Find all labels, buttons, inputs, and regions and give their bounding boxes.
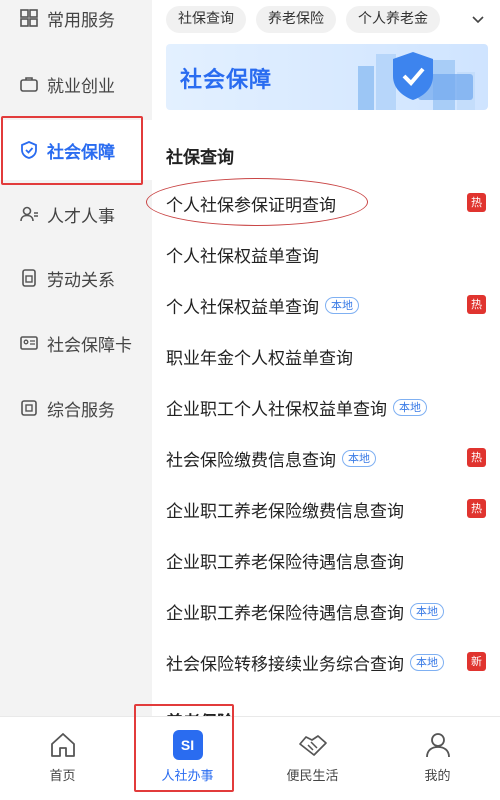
chip-ss-query[interactable]: 社保查询: [166, 5, 246, 33]
list-item-label: 职业年金个人权益单查询: [166, 348, 353, 369]
sidebar-item-label: 就业创业: [47, 76, 115, 97]
nav-home[interactable]: 首页: [0, 717, 125, 800]
expand-chips-button[interactable]: [456, 4, 500, 34]
hot-badge: 热: [467, 448, 486, 467]
handshake-icon: [297, 729, 329, 761]
list-item[interactable]: 企业职工养老保险待遇信息查询 本地: [166, 591, 486, 631]
nav-profile[interactable]: 我的: [375, 717, 500, 800]
document-icon: [19, 268, 39, 288]
bottom-navigation: 首页 SI 人社办事 便民生活 我的: [0, 716, 500, 800]
sidebar-item-label: 人才人事: [47, 206, 115, 227]
list-item[interactable]: 企业职工养老保险待遇信息查询: [166, 540, 486, 580]
local-tag: 本地: [393, 398, 427, 416]
list-item-label: 社会保险转移接续业务综合查询: [166, 654, 404, 675]
nav-label: 首页: [49, 769, 76, 784]
hot-badge: 热: [467, 193, 486, 212]
hot-badge: 热: [467, 499, 486, 518]
sidebar-item-ss-card[interactable]: 社会保障卡: [0, 313, 152, 373]
briefcase-icon: [19, 74, 39, 94]
service-icon: [19, 398, 39, 418]
sidebar-item-label: 常用服务: [47, 10, 115, 31]
list-item[interactable]: 个人社保参保证明查询 热: [166, 183, 486, 223]
list-item[interactable]: 个人社保权益单查询 本地 热: [166, 285, 486, 325]
nav-convenience[interactable]: 便民生活: [250, 717, 375, 800]
list-item[interactable]: 企业职工养老保险缴费信息查询 热: [166, 489, 486, 529]
local-tag: 本地: [410, 602, 444, 620]
list-item-label: 企业职工养老保险缴费信息查询: [166, 501, 404, 522]
list-item-label: 企业职工养老保险待遇信息查询: [166, 603, 404, 624]
banner-title: 社会保障: [180, 68, 273, 93]
list-item[interactable]: 个人社保权益单查询: [166, 234, 486, 274]
si-icon: SI: [172, 729, 204, 761]
si-badge-text: SI: [172, 730, 203, 760]
sidebar-item-general-services[interactable]: 综合服务: [0, 378, 152, 438]
chip-pension[interactable]: 养老保险: [256, 5, 336, 33]
person-card-icon: [19, 204, 39, 224]
nav-label: 人社办事: [161, 769, 214, 784]
sidebar-item-label: 社会保障: [47, 142, 115, 163]
sidebar-item-label: 社会保障卡: [47, 335, 132, 356]
list-item[interactable]: 社会保险转移接续业务综合查询 本地 新: [166, 642, 486, 682]
sidebar-item-employment[interactable]: 就业创业: [0, 54, 152, 114]
nav-services[interactable]: SI 人社办事: [125, 717, 250, 800]
section-title: 社保查询: [166, 148, 234, 168]
sidebar-item-label: 劳动关系: [47, 270, 115, 291]
home-icon: [47, 729, 79, 761]
chevron-down-icon: [472, 16, 484, 24]
nav-label: 便民生活: [286, 769, 339, 784]
sidebar-item-labor-relations[interactable]: 劳动关系: [0, 248, 152, 308]
list-item-label: 社会保险缴费信息查询: [166, 450, 336, 471]
new-badge: 新: [467, 652, 486, 671]
id-card-icon: [19, 333, 39, 353]
list-item-label: 企业职工个人社保权益单查询: [166, 399, 387, 420]
chip-personal-pension[interactable]: 个人养老金: [346, 5, 440, 33]
quick-chips: 社保查询 养老保险 个人养老金: [166, 4, 500, 34]
sidebar-item-label: 综合服务: [47, 400, 115, 421]
list-item[interactable]: 职业年金个人权益单查询: [166, 336, 486, 376]
shield-buildings-illustration: [358, 52, 475, 110]
category-sidebar: 常用服务 就业创业 社会保障 人才人事 劳动关系 社会保障卡 综合服务: [0, 0, 152, 716]
grid-icon: [19, 8, 39, 28]
category-banner: 社会保障: [166, 44, 488, 110]
local-tag: 本地: [342, 449, 376, 467]
hot-badge: 热: [467, 295, 486, 314]
nav-label: 我的: [424, 769, 451, 784]
sidebar-item-social-security[interactable]: 社会保障: [0, 120, 152, 180]
local-tag: 本地: [325, 296, 359, 314]
local-tag: 本地: [410, 653, 444, 671]
shield-icon: [19, 140, 39, 160]
list-item[interactable]: 企业职工个人社保权益单查询 本地: [166, 387, 486, 427]
sidebar-item-talent[interactable]: 人才人事: [0, 184, 152, 244]
list-item-label: 个人社保参保证明查询: [166, 195, 336, 216]
list-item[interactable]: 社会保险缴费信息查询 本地 热: [166, 438, 486, 478]
user-icon: [422, 729, 454, 761]
list-item-label: 个人社保权益单查询: [166, 297, 319, 318]
sidebar-item-common-services[interactable]: 常用服务: [0, 0, 152, 48]
list-item-label: 个人社保权益单查询: [166, 246, 319, 267]
list-item-label: 企业职工养老保险待遇信息查询: [166, 552, 404, 573]
